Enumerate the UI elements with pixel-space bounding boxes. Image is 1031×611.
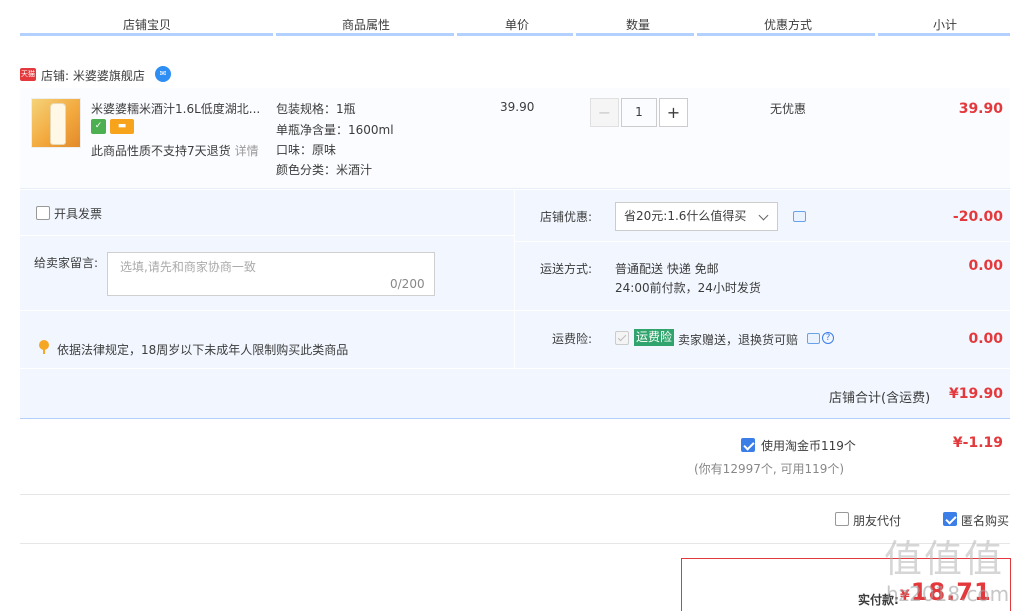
header-col-qty: 数量	[626, 18, 651, 32]
coins-amount: ¥-1.19	[952, 435, 1003, 451]
qty-minus-button[interactable]: −	[590, 98, 619, 127]
help-question-icon[interactable]: ?	[822, 332, 834, 344]
no-return-note: 此商品性质不支持7天退货 详情	[91, 144, 259, 158]
product-thumbnail[interactable]	[31, 98, 81, 148]
watermark-url: hz2018.com	[886, 582, 1010, 606]
message-placeholder: 选填,请先和商家协商一致	[120, 260, 256, 274]
insurance-checkbox	[615, 331, 629, 345]
attr-flavor: 口味：原味	[276, 143, 337, 157]
header-col-attr: 商品属性	[342, 18, 391, 32]
item-subtotal: 39.90	[958, 101, 1003, 117]
qty-input[interactable]: 1	[621, 98, 657, 127]
invoice-label[interactable]: 开具发票	[54, 205, 102, 222]
quantity-stepper: − 1 +	[590, 98, 688, 127]
shipping-method: 普通配送 快递 免邮	[615, 262, 719, 276]
attr-color: 颜色分类：米酒汁	[276, 163, 373, 177]
anonymous-checkbox[interactable]	[943, 512, 957, 526]
store-discount-amount: -20.00	[952, 209, 1003, 225]
store-total-label: 店铺合计(含运费)	[829, 391, 931, 406]
detail-link[interactable]: 详情	[235, 144, 259, 158]
attr-volume: 单瓶净含量：1600ml	[276, 123, 394, 137]
unit-price: 39.90	[500, 100, 535, 114]
message-char-count: 0/200	[390, 277, 425, 291]
discount-method: 无优惠	[770, 102, 807, 116]
coins-balance-note: (你有12997个, 可用119个)	[694, 462, 845, 476]
anonymous-label[interactable]: 匿名购买	[961, 512, 1009, 529]
header-col-item: 店铺宝贝	[123, 18, 172, 32]
insurance-label: 运费险:	[552, 332, 593, 346]
warning-pin-icon	[39, 340, 49, 354]
shipping-amount: 0.00	[968, 258, 1003, 274]
service-guarantee-icon[interactable]: ✓	[91, 119, 106, 134]
law-notice: 依据法律规定，18周岁以下未成年人限制购买此类商品	[57, 343, 349, 357]
shipping-label: 运送方式:	[540, 262, 593, 276]
chat-bubble-icon[interactable]	[793, 211, 806, 222]
header-col-discount: 优惠方式	[764, 18, 813, 32]
use-coins-checkbox[interactable]	[741, 438, 755, 452]
shipping-promise: 24:00前付款，24小时发货	[615, 281, 761, 295]
qty-plus-button[interactable]: +	[659, 98, 688, 127]
invoice-checkbox[interactable]	[36, 206, 50, 220]
header-col-subtotal: 小计	[933, 18, 958, 32]
wangwang-chat-icon[interactable]: ✉	[155, 66, 171, 82]
tmall-badge-icon: 天猫	[20, 68, 36, 81]
shop-name-link[interactable]: 店铺: 米婆婆旗舰店	[41, 67, 145, 84]
store-discount-label: 店铺优惠:	[540, 210, 593, 224]
order-options-panel	[20, 190, 1010, 419]
divider	[20, 494, 1010, 495]
store-discount-select[interactable]: 省20元:1.6什么值得买	[615, 202, 778, 231]
insurance-amount: 0.00	[968, 331, 1003, 347]
divider	[20, 543, 1010, 544]
chat-bubble-icon[interactable]	[807, 333, 820, 344]
insurance-text: 卖家赠送，退换货可赔	[678, 333, 799, 347]
friend-pay-checkbox[interactable]	[835, 512, 849, 526]
chevron-down-icon	[758, 210, 769, 221]
friend-pay-label[interactable]: 朋友代付	[853, 512, 901, 529]
header-underline	[20, 33, 1010, 36]
attr-package: 包装规格：1瓶	[276, 102, 356, 116]
store-total-value: ¥19.90	[948, 386, 1003, 402]
use-coins-label[interactable]: 使用淘金币119个	[761, 437, 856, 454]
watermark-logo: 值值值	[884, 537, 1005, 581]
message-label: 给卖家留言:	[34, 256, 99, 270]
credit-card-icon[interactable]: ▬	[110, 119, 134, 134]
header-col-price: 单价	[505, 18, 530, 32]
insurance-tag: 运费险	[634, 329, 675, 346]
product-title-link[interactable]: 米婆婆糯米酒汁1.6L低度湖北...	[91, 100, 260, 117]
